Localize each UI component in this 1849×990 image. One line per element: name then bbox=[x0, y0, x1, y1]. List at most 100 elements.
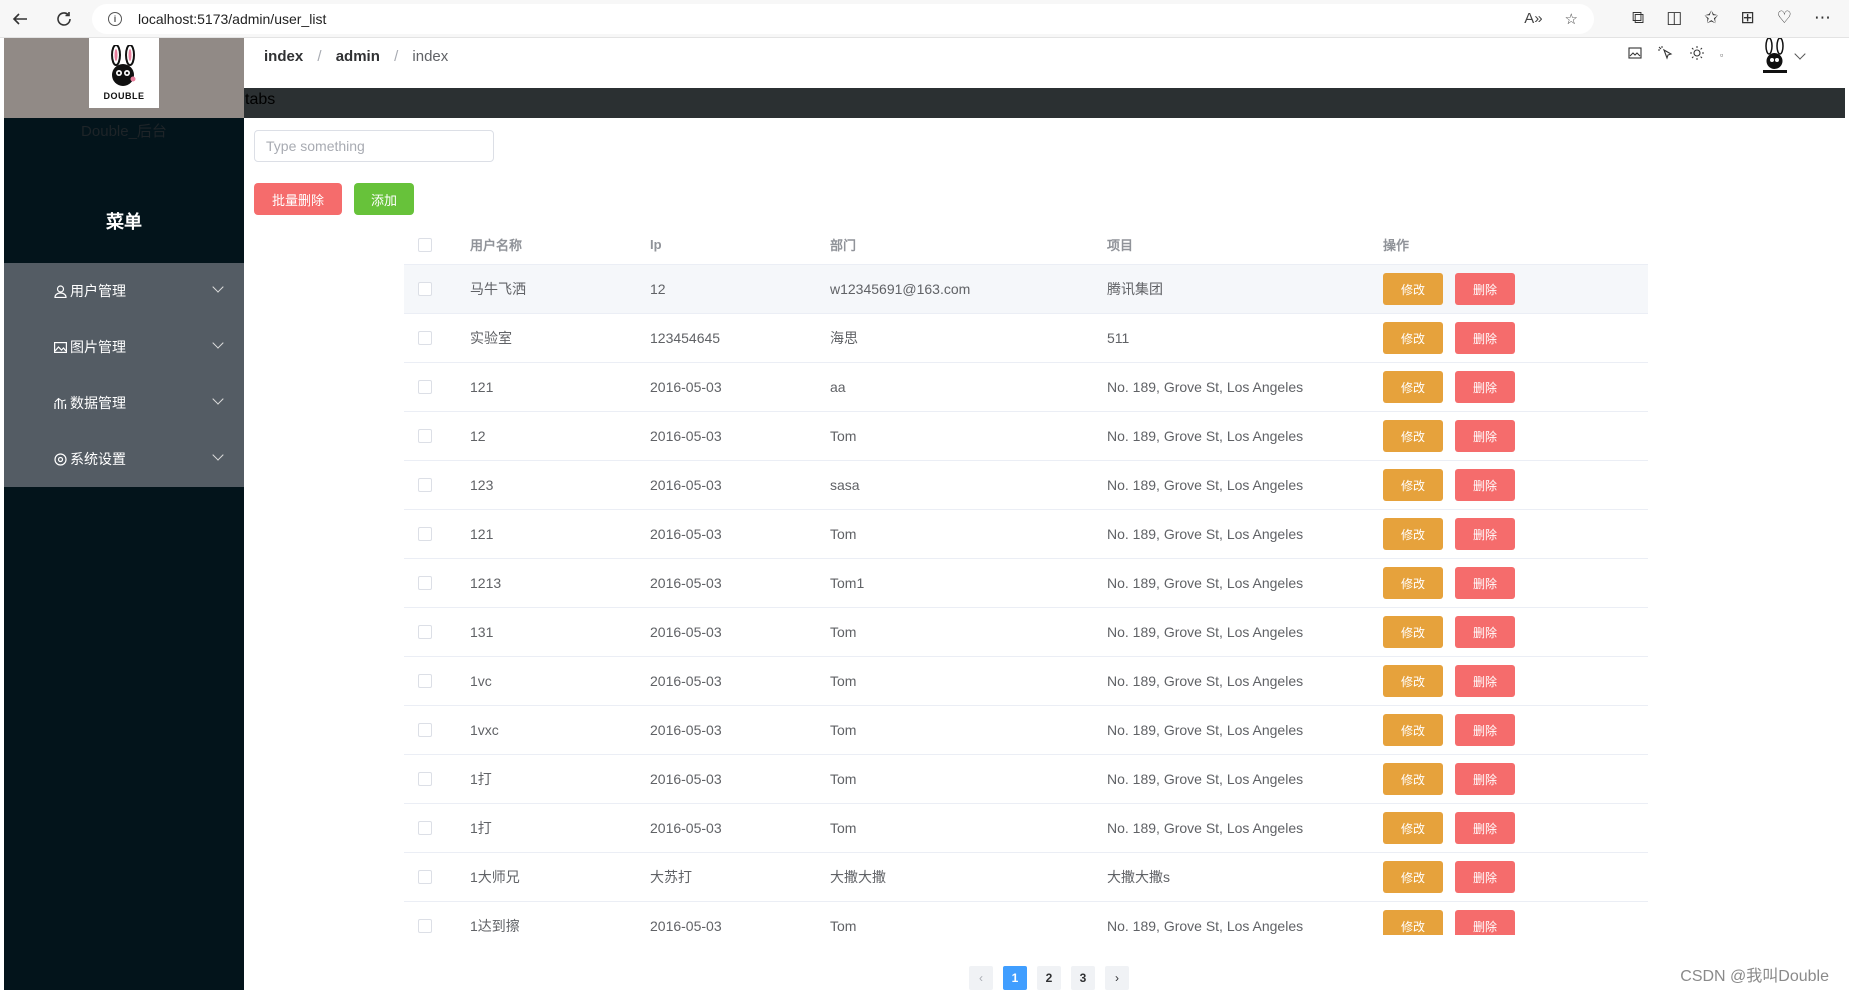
split-screen-icon[interactable]: ◫ bbox=[1666, 8, 1682, 28]
delete-button[interactable]: 删除 bbox=[1455, 469, 1515, 501]
sidebar-item-label: 系统设置 bbox=[70, 451, 126, 467]
row-checkbox[interactable] bbox=[418, 674, 432, 688]
more-icon[interactable]: ⋯ bbox=[1814, 8, 1831, 28]
header-tools: ▫ bbox=[1628, 46, 1723, 63]
cell-actions: 修改 删除 bbox=[1383, 657, 1515, 705]
cell-department: Tom bbox=[830, 771, 857, 787]
select-all-checkbox[interactable] bbox=[418, 237, 432, 252]
collections-icon[interactable]: ⊞ bbox=[1741, 8, 1755, 28]
row-checkbox[interactable] bbox=[418, 478, 432, 492]
cell-username: 123 bbox=[470, 477, 494, 493]
cell-project: No. 189, Grove St, Los Angeles bbox=[1107, 379, 1304, 395]
sidebar-item-user-management[interactable]: 用户管理 bbox=[4, 263, 244, 319]
batch-delete-button[interactable]: 批量删除 bbox=[254, 183, 342, 215]
prev-page-button[interactable]: ‹ bbox=[969, 966, 993, 990]
pointer-icon[interactable] bbox=[1658, 46, 1674, 63]
edit-button[interactable]: 修改 bbox=[1383, 567, 1443, 599]
row-checkbox[interactable] bbox=[418, 821, 432, 835]
page-button[interactable]: 2 bbox=[1037, 966, 1061, 990]
delete-button[interactable]: 删除 bbox=[1455, 616, 1515, 648]
next-page-button[interactable]: › bbox=[1105, 966, 1129, 990]
row-checkbox[interactable] bbox=[418, 919, 432, 933]
fullscreen-icon[interactable]: ▫ bbox=[1720, 50, 1723, 60]
delete-button[interactable]: 删除 bbox=[1455, 714, 1515, 746]
breadcrumb-item[interactable]: admin bbox=[336, 48, 380, 65]
row-checkbox[interactable] bbox=[418, 870, 432, 884]
delete-button[interactable]: 删除 bbox=[1455, 273, 1515, 305]
browser-essentials-icon[interactable]: ♡ bbox=[1777, 8, 1792, 28]
row-checkbox[interactable] bbox=[418, 576, 432, 590]
favorites-icon[interactable]: ✩ bbox=[1704, 8, 1718, 28]
logo[interactable]: DOUBLE bbox=[89, 38, 159, 108]
row-checkbox[interactable] bbox=[418, 429, 432, 443]
screenshot-icon[interactable] bbox=[1628, 46, 1642, 63]
cell-username: 1大师兄 bbox=[470, 869, 520, 885]
edit-button[interactable]: 修改 bbox=[1383, 420, 1443, 452]
cell-username: 1打 bbox=[470, 820, 492, 836]
search-input[interactable] bbox=[254, 130, 494, 162]
extensions-icon[interactable]: ⧉ bbox=[1632, 8, 1644, 28]
breadcrumb-item[interactable]: index bbox=[264, 48, 303, 65]
edit-button[interactable]: 修改 bbox=[1383, 273, 1443, 305]
back-icon[interactable] bbox=[8, 7, 32, 31]
cell-actions: 修改 删除 bbox=[1383, 706, 1515, 754]
cell-actions: 修改 删除 bbox=[1383, 608, 1515, 656]
delete-button[interactable]: 删除 bbox=[1455, 665, 1515, 697]
sidebar-item-system-settings[interactable]: 系统设置 bbox=[4, 431, 244, 487]
edit-button[interactable]: 修改 bbox=[1383, 910, 1443, 935]
add-button[interactable]: 添加 bbox=[354, 183, 414, 215]
row-checkbox[interactable] bbox=[418, 331, 432, 345]
edit-button[interactable]: 修改 bbox=[1383, 518, 1443, 550]
edit-button[interactable]: 修改 bbox=[1383, 812, 1443, 844]
delete-button[interactable]: 删除 bbox=[1455, 371, 1515, 403]
delete-button[interactable]: 删除 bbox=[1455, 910, 1515, 935]
cell-project: 腾讯集团 bbox=[1107, 281, 1163, 297]
row-checkbox[interactable] bbox=[418, 772, 432, 786]
delete-button[interactable]: 删除 bbox=[1455, 861, 1515, 893]
edit-button[interactable]: 修改 bbox=[1383, 714, 1443, 746]
row-checkbox[interactable] bbox=[418, 282, 432, 296]
column-header-department: 部门 bbox=[830, 238, 857, 253]
edit-button[interactable]: 修改 bbox=[1383, 616, 1443, 648]
cell-project: No. 189, Grove St, Los Angeles bbox=[1107, 673, 1304, 689]
delete-button[interactable]: 删除 bbox=[1455, 567, 1515, 599]
edit-button[interactable]: 修改 bbox=[1383, 469, 1443, 501]
chart-icon bbox=[52, 397, 68, 410]
edit-button[interactable]: 修改 bbox=[1383, 665, 1443, 697]
cell-department: Tom bbox=[830, 673, 857, 689]
table-body: 马牛飞洒 12 w12345691@163.com 腾讯集团 修改 删除 实验室 123454… bbox=[404, 265, 1648, 935]
cell-actions: 修改 删除 bbox=[1383, 510, 1515, 558]
page-button[interactable]: 1 bbox=[1003, 966, 1027, 990]
row-checkbox[interactable] bbox=[418, 380, 432, 394]
sidebar-item-data-management[interactable]: 数据管理 bbox=[4, 375, 244, 431]
edit-button[interactable]: 修改 bbox=[1383, 322, 1443, 354]
site-info-icon[interactable]: i bbox=[108, 12, 122, 26]
reload-icon[interactable] bbox=[52, 7, 76, 31]
cell-username: 1213 bbox=[470, 575, 502, 591]
delete-button[interactable]: 删除 bbox=[1455, 812, 1515, 844]
avatar[interactable] bbox=[1760, 37, 1790, 74]
chevron-down-icon bbox=[212, 281, 224, 293]
cell-department: Tom bbox=[830, 624, 857, 640]
delete-button[interactable]: 删除 bbox=[1455, 322, 1515, 354]
favorite-star-icon[interactable]: ☆ bbox=[1565, 10, 1578, 28]
page-button[interactable]: 3 bbox=[1071, 966, 1095, 990]
table-row: 1打 2016-05-03 Tom No. 189, Grove St, Los An… bbox=[404, 755, 1648, 804]
cell-ip: 2016-05-03 bbox=[650, 379, 722, 395]
chevron-down-icon[interactable] bbox=[1794, 48, 1806, 60]
edit-button[interactable]: 修改 bbox=[1383, 763, 1443, 795]
theme-sun-icon[interactable] bbox=[1690, 46, 1704, 63]
edit-button[interactable]: 修改 bbox=[1383, 861, 1443, 893]
row-checkbox[interactable] bbox=[418, 625, 432, 639]
edit-button[interactable]: 修改 bbox=[1383, 371, 1443, 403]
address-bar[interactable]: i localhost:5173/admin/user_list A» ☆ bbox=[92, 4, 1594, 34]
read-aloud-icon[interactable]: A» bbox=[1524, 10, 1542, 28]
url-text: localhost:5173/admin/user_list bbox=[138, 11, 327, 27]
row-checkbox[interactable] bbox=[418, 527, 432, 541]
table-row: 1打 2016-05-03 Tom No. 189, Grove St, Los An… bbox=[404, 804, 1648, 853]
sidebar-item-image-management[interactable]: 图片管理 bbox=[4, 319, 244, 375]
delete-button[interactable]: 删除 bbox=[1455, 518, 1515, 550]
delete-button[interactable]: 删除 bbox=[1455, 420, 1515, 452]
delete-button[interactable]: 删除 bbox=[1455, 763, 1515, 795]
row-checkbox[interactable] bbox=[418, 723, 432, 737]
